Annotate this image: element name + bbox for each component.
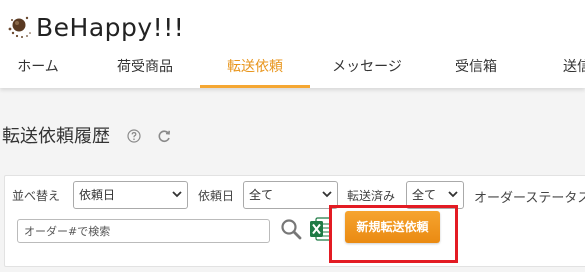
nav-label: 受信箱	[455, 59, 497, 75]
transferred-select-value: 全て	[412, 188, 437, 202]
excel-icon[interactable]	[310, 216, 332, 242]
nav-transfer-request[interactable]: 転送依頼	[200, 48, 310, 88]
transferred-label: 転送済み	[347, 189, 396, 203]
sort-label: 並べ替え	[12, 189, 61, 203]
filter-panel: 並べ替え 依頼日 依頼日 全て 転送済み 全て オーダーステータス 新規転送依頼	[4, 175, 585, 267]
help-icon[interactable]	[127, 129, 141, 143]
active-tab-indicator	[200, 85, 310, 88]
date-label: 依頼日	[198, 189, 235, 203]
chevron-down-icon	[322, 191, 332, 198]
nav-inbox[interactable]: 受信箱	[454, 48, 498, 88]
nav-received-items[interactable]: 荷受商品	[116, 48, 174, 88]
chevron-down-icon	[172, 191, 182, 198]
sort-select-value: 依頼日	[79, 188, 116, 202]
transferred-select[interactable]: 全て	[406, 181, 464, 209]
sort-select[interactable]: 依頼日	[73, 181, 188, 209]
nav-label: ホーム	[17, 59, 59, 75]
logo[interactable]: BeHappy!!!	[6, 10, 184, 44]
logo-mark-icon	[8, 16, 31, 38]
date-select-value: 全て	[249, 188, 274, 202]
date-select[interactable]: 全て	[243, 181, 338, 209]
nav-label: 転送依頼	[227, 59, 283, 75]
order-status-label: オーダーステータス	[474, 191, 585, 206]
logo-text: BeHappy!!!	[36, 12, 185, 42]
page-title: 転送依頼履歴	[2, 126, 110, 147]
main-nav: ホーム 荷受商品 転送依頼 メッセージ 受信箱 送信	[0, 48, 585, 88]
nav-label: 荷受商品	[117, 59, 173, 75]
nav-messages[interactable]: メッセージ	[332, 48, 402, 88]
nav-label: 送信	[563, 59, 585, 75]
nav-sent[interactable]: 送信	[563, 48, 585, 88]
chevron-down-icon	[448, 191, 458, 198]
refresh-icon[interactable]	[156, 128, 172, 144]
nav-label: メッセージ	[332, 59, 402, 75]
main-content: 転送依頼履歴 並べ替え 依頼日 依頼日 全て 転送済み 全て オーダーステータス	[0, 88, 585, 272]
order-search-input[interactable]	[17, 219, 270, 243]
nav-home[interactable]: ホーム	[16, 48, 60, 88]
search-icon[interactable]	[280, 218, 302, 240]
new-transfer-request-button[interactable]: 新規転送依頼	[345, 211, 440, 243]
header: BeHappy!!! ホーム 荷受商品 転送依頼 メッセージ 受信箱 送信	[0, 0, 585, 88]
